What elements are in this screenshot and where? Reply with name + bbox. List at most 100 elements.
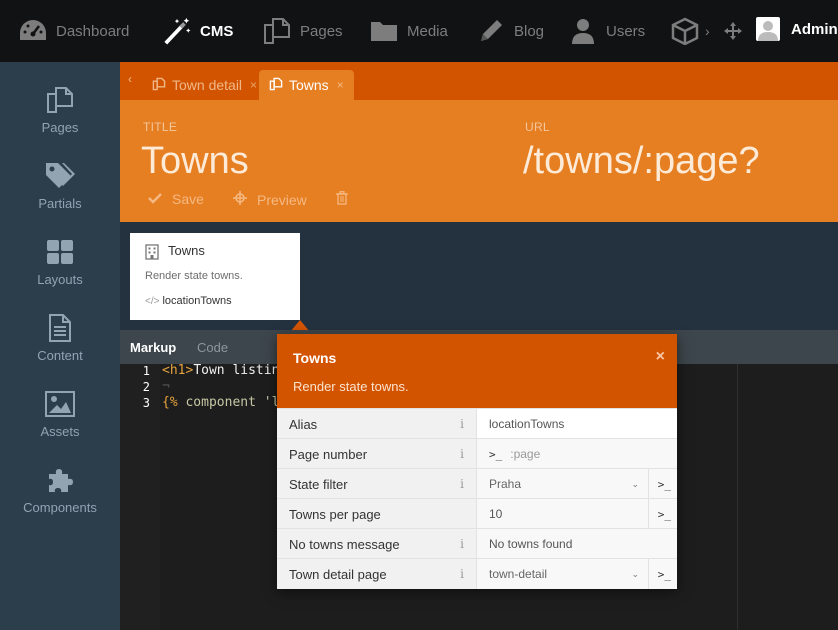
property-label: Town detail page i [277,559,477,589]
line-number: 3 [142,396,150,410]
nav-move[interactable] [718,0,748,62]
terminal-icon[interactable]: >_ [658,568,671,581]
property-row-towns-per-page: Towns per page 10 >_ [277,498,677,529]
property-label-text: Town detail page [289,566,387,582]
pencil-icon [476,16,506,46]
info-icon[interactable]: i [460,567,464,581]
property-label-text: Towns per page [289,506,381,522]
pages-icon [269,77,283,94]
url-label: URL [525,120,550,134]
puzzle-icon [44,464,76,496]
property-label: Alias i [277,409,477,439]
admin-label[interactable]: Admin [791,21,838,38]
sidebar-item-content[interactable]: Content [0,312,120,382]
divider [648,499,649,529]
close-icon[interactable]: × [656,348,665,366]
tab-label: Town detail [172,77,243,93]
component-card[interactable]: Towns Render state towns. </> locationTow… [130,233,300,320]
code-text: component 'lo [177,395,288,410]
property-label: State filter i [277,469,477,499]
preview-button[interactable]: Preview [233,191,307,208]
property-label: Towns per page [277,499,477,529]
close-icon[interactable]: × [337,78,344,92]
code-twig-open: {% [162,395,178,410]
code-line-3: {% component 'lo [162,395,287,410]
avatar[interactable] [756,17,780,41]
divider [648,469,649,499]
nav-dashboard[interactable]: Dashboard [18,0,129,62]
nav-label: CMS [200,22,234,40]
property-label: No towns message i [277,529,477,559]
tab-code[interactable]: Code [197,340,228,355]
terminal-icon[interactable]: >_ [658,508,671,521]
tab-label: Towns [289,77,329,93]
close-icon[interactable]: × [250,78,257,92]
alias-input[interactable]: locationTowns [477,409,677,439]
component-alias-text: locationTowns [162,295,232,307]
town-detail-page-select[interactable]: town-detail ⌄ >_ [477,559,677,589]
nav-pages[interactable]: Pages [262,0,343,62]
image-icon [44,388,76,420]
sidebar-item-assets[interactable]: Assets [0,388,120,458]
property-label: Page number i [277,439,477,469]
nav-label: Pages [300,22,343,40]
layout-icon [44,236,76,268]
magic-wand-icon [162,16,192,46]
delete-button[interactable] [336,191,348,208]
towns-per-page-input[interactable]: 10 >_ [477,499,677,529]
line-number: 1 [142,364,150,378]
pages-icon [44,84,76,116]
nav-plugins[interactable] [670,0,708,62]
nav-media[interactable]: Media [369,0,448,62]
info-icon[interactable]: i [460,417,464,431]
component-inspector: Towns Render state towns. × Alias i locat… [277,334,677,589]
no-towns-message-input[interactable]: No towns found [477,529,677,559]
sidebar-item-label: Assets [40,424,80,439]
cube-icon [670,16,700,46]
terminal-icon[interactable]: >_ [658,478,671,491]
info-icon[interactable]: i [460,447,464,461]
component-title: Towns [168,243,205,258]
state-filter-value: Praha [489,477,522,491]
code-line-1: <h1>Town listing [162,363,287,378]
nav-label: Media [407,22,448,40]
tabs-scroll-left-icon[interactable]: ‹ [128,72,132,86]
url-input[interactable]: /towns/:page? [523,140,760,183]
move-icon [718,16,748,46]
component-description: Render state towns. [145,270,243,282]
title-input[interactable]: Towns [141,140,249,183]
nav-blog[interactable]: Blog [476,0,544,62]
tab-towns[interactable]: Towns × [259,70,354,100]
info-icon[interactable]: i [460,477,464,491]
nav-more-arrow[interactable]: › [705,0,710,62]
sidebar: Pages Partials Layouts Content Assets Co… [0,62,120,630]
code-icon: </> [145,296,160,307]
inspector-description: Render state towns. [293,379,409,394]
tab-town-detail[interactable]: Town detail × [142,70,267,100]
sidebar-item-components[interactable]: Components [0,464,120,534]
state-filter-select[interactable]: Praha ⌄ >_ [477,469,677,499]
divider [648,559,649,589]
info-icon[interactable]: i [460,537,464,551]
code-text: Town listing [193,363,288,378]
top-navigation-bar: Dashboard CMS Pages Media Blog Users › A… [0,0,838,62]
editor-margin-line [737,364,738,630]
nav-users[interactable]: Users [568,0,645,62]
property-row-state-filter: State filter i Praha ⌄ >_ [277,468,677,499]
crosshair-icon [233,191,247,208]
sidebar-item-partials[interactable]: Partials [0,160,120,230]
sidebar-item-pages[interactable]: Pages [0,84,120,154]
tab-markup[interactable]: Markup [130,340,176,355]
page-number-input[interactable]: >_:page [477,439,677,469]
pages-icon [262,16,292,46]
nav-label: Users [606,22,646,40]
chevron-down-icon: ⌄ [631,478,639,489]
save-button[interactable]: Save [148,191,204,207]
sidebar-item-label: Partials [38,196,82,211]
nav-cms[interactable]: CMS [162,0,233,62]
inspector-title: Towns [293,350,337,366]
code-tag: <h1> [162,363,194,378]
save-label: Save [172,191,204,207]
sidebar-item-layouts[interactable]: Layouts [0,236,120,306]
property-row-alias: Alias i locationTowns [277,408,677,439]
